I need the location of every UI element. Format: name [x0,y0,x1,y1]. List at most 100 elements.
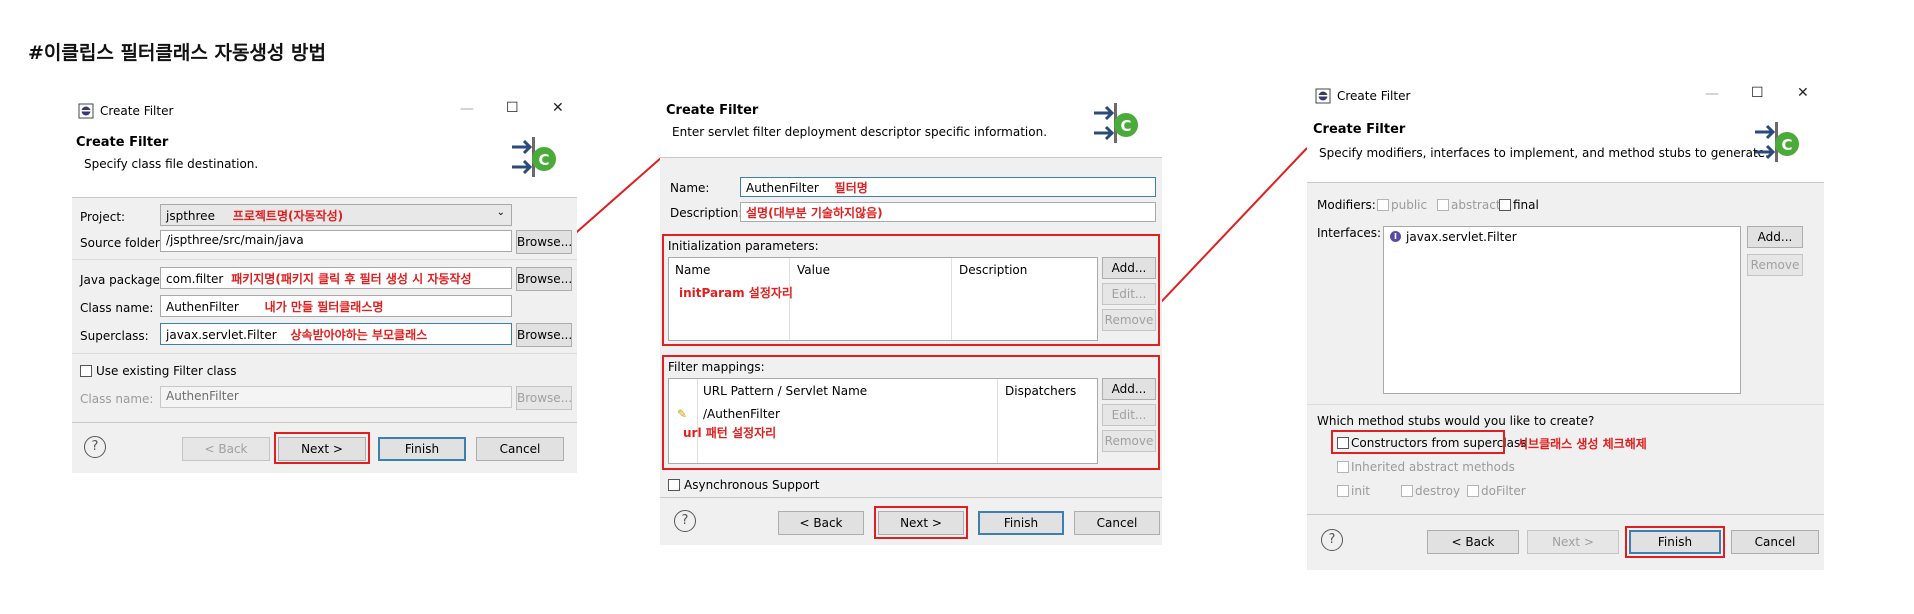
back-button[interactable]: < Back [1427,530,1519,554]
minimize-icon[interactable]: — [1705,86,1719,102]
destroy-checkbox [1401,485,1413,497]
window-title: Create Filter [100,104,174,118]
destroy-label: destroy [1415,484,1461,498]
dialog-2: Create Filter Enter servlet filter deplo… [660,95,1162,545]
name-label: Name: [670,181,710,195]
back-button[interactable]: < Back [778,511,864,535]
eclipse-window-icon [1315,88,1331,104]
next-button: Next > [1527,530,1619,554]
interface-item[interactable]: javax.servlet.Filter [1406,230,1517,244]
interface-remove-button: Remove [1747,254,1803,276]
header-title: Create Filter [76,135,169,150]
dofilter-label: doFilter [1481,484,1526,498]
use-existing-checkbox[interactable] [80,365,92,377]
init-label: init [1351,484,1370,498]
finish-highlight [1625,526,1725,558]
help-icon[interactable]: ? [674,510,696,532]
use-existing-label: Use existing Filter class [96,364,237,378]
help-icon[interactable]: ? [84,436,106,458]
name-value: AuthenFilter [746,181,819,195]
source-folder-input[interactable]: /jspthree/src/main/java [160,230,512,252]
close-icon[interactable]: ✕ [552,100,564,116]
svg-text:C: C [538,151,549,169]
next-highlight [874,506,968,539]
async-checkbox[interactable] [668,479,680,491]
description-input[interactable]: 설명(대부분 기술하지않음) [740,202,1156,222]
name-note: 필터명 [834,181,868,195]
class-name-input[interactable]: AuthenFilter 내가 만들 필터클래스명 [160,295,512,317]
superclass-input[interactable]: javax.servlet.Filter 상속받아야하는 부모클래스 [160,323,512,345]
header-subtitle: Specify class file destination. [84,157,259,171]
header-subtitle: Enter servlet filter deployment descript… [672,125,1048,139]
svg-text:C: C [1781,136,1792,154]
help-icon[interactable]: ? [1321,529,1343,551]
name-input[interactable]: AuthenFilter 필터명 [740,177,1156,197]
java-package-value: com.filter [166,272,224,286]
back-button: < Back [182,437,270,461]
next-highlight [274,432,370,464]
dialog-3: Create Filter — ☐ ✕ Create Filter Specif… [1307,80,1824,570]
window-title: Create Filter [1337,89,1411,103]
close-icon[interactable]: ✕ [1797,85,1809,101]
project-select[interactable]: jspthree 프로젝트명(자동작성) ⌄ [160,204,512,226]
svg-text:C: C [1120,117,1131,135]
create-class-wizard-icon: C [1755,122,1799,162]
init-checkbox [1337,485,1349,497]
superclass-value: javax.servlet.Filter [166,328,277,342]
inherited-label: Inherited abstract methods [1351,460,1515,474]
public-checkbox [1377,199,1389,211]
superclass-label: Superclass: [80,329,149,343]
constructors-highlight [1331,430,1505,454]
dofilter-checkbox [1467,485,1479,497]
class-name-label: Class name: [80,301,154,315]
java-package-label: Java package: [80,273,164,287]
init-params-highlight [662,234,1160,346]
description-note: 설명(대부분 기술하지않음) [746,206,883,220]
minimize-icon[interactable]: — [460,101,474,117]
constructors-note: 서브클래스 생성 체크해제 [1517,437,1647,451]
browse-class-disabled-button: Browse... [516,386,572,410]
header-title: Create Filter [666,103,759,118]
final-label: final [1513,198,1539,212]
browse-source-button[interactable]: Browse... [516,230,572,254]
project-note: 프로젝트명(자동작성) [232,209,344,223]
public-label: public [1391,198,1428,212]
interface-icon: I [1390,231,1401,242]
header-subtitle: Specify modifiers, interfaces to impleme… [1319,146,1769,160]
superclass-note: 상속받아야하는 부모클래스 [290,328,428,342]
project-value: jspthree [166,209,215,223]
abstract-checkbox [1437,199,1449,211]
final-checkbox[interactable] [1499,199,1511,211]
finish-button[interactable]: Finish [978,511,1064,535]
browse-package-button[interactable]: Browse... [516,267,572,291]
eclipse-window-icon [78,103,94,119]
dialog-1: Create Filter — ☐ ✕ Create Filter Specif… [72,95,577,473]
create-class-wizard-icon: C [1094,103,1138,143]
header-title: Create Filter [1313,122,1406,137]
cancel-button[interactable]: Cancel [476,437,564,461]
inherited-checkbox [1337,461,1349,473]
interfaces-list[interactable]: I javax.servlet.Filter [1383,226,1741,394]
stubs-question: Which method stubs would you like to cre… [1317,414,1595,428]
class-name-2-label: Class name: [80,392,154,406]
abstract-label: abstract [1451,198,1501,212]
maximize-icon[interactable]: ☐ [1751,85,1764,101]
browse-superclass-button[interactable]: Browse... [516,323,572,347]
interface-add-button[interactable]: Add... [1747,226,1803,248]
cancel-button[interactable]: Cancel [1074,511,1160,535]
modifiers-label: Modifiers: [1317,198,1376,212]
filter-mappings-highlight [662,355,1160,470]
class-name-2-input: AuthenFilter [160,386,512,408]
description-label: Description: [670,206,743,220]
project-label: Project: [80,210,126,224]
java-package-input[interactable]: com.filter 패키지명(패키지 클릭 후 필터 생성 시 자동작성 [160,267,512,289]
class-name-note: 내가 만들 필터클래스명 [264,300,384,314]
chevron-down-icon: ⌄ [496,207,505,218]
interfaces-label: Interfaces: [1317,226,1382,240]
class-name-value: AuthenFilter [166,300,239,314]
java-package-note: 패키지명(패키지 클릭 후 필터 생성 시 자동작성 [231,272,472,286]
maximize-icon[interactable]: ☐ [506,100,519,116]
finish-button[interactable]: Finish [378,437,466,461]
cancel-button[interactable]: Cancel [1731,530,1819,554]
source-folder-label: Source folder: [80,236,164,250]
